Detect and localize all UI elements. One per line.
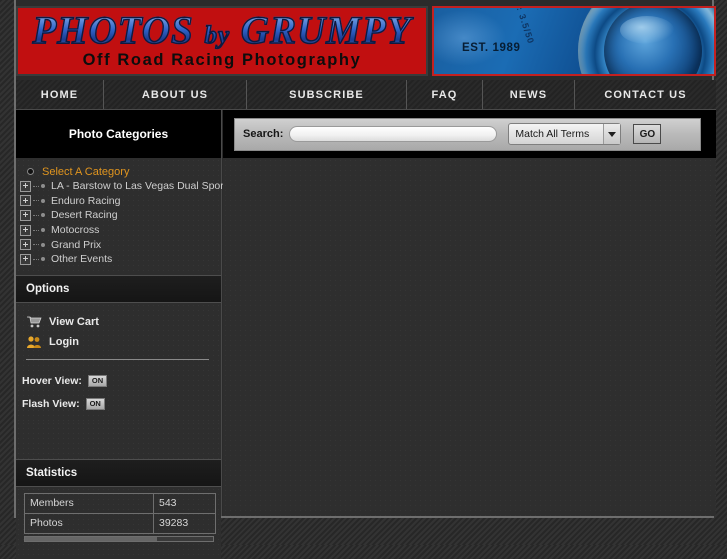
established-text: EST. 1989 [462, 42, 521, 54]
logo-panel: PHOTOS by GRUMPY Off Road Racing Photogr… [16, 6, 428, 76]
main-column: Search: Match All Terms GO [223, 110, 716, 516]
node-bullet-icon [41, 242, 45, 247]
search-input[interactable] [289, 126, 498, 142]
users-icon [26, 335, 42, 349]
options-panel-title: Options [16, 274, 221, 303]
lens-icon [578, 8, 714, 74]
flash-view-setting: Flash View: ON [16, 395, 221, 414]
page-frame: PHOTOS by GRUMPY Off Road Racing Photogr… [14, 0, 716, 559]
statistics-progress-fill [25, 536, 157, 541]
tree-item-grand-prix[interactable]: Grand Prix [16, 237, 221, 252]
node-bullet-icon [41, 184, 45, 189]
options-divider [26, 358, 209, 360]
stat-name-photos: Photos [24, 512, 154, 534]
nav-item-subscribe[interactable]: SUBSCRIBE [247, 80, 407, 109]
tree-connector-line [33, 214, 39, 216]
search-label: Search: [243, 128, 284, 140]
view-cart-label: View Cart [49, 315, 99, 328]
main-content-area [223, 158, 716, 516]
expand-plus-icon[interactable] [20, 253, 31, 265]
match-mode-value: Match All Terms [515, 128, 590, 140]
search-bar: Search: Match All Terms GO [234, 117, 701, 151]
sidebar: Photo Categories Select A Category LA - … [16, 110, 227, 559]
logo-tagline: Off Road Racing Photography [82, 51, 362, 69]
tree-item-other-events[interactable]: Other Events [16, 252, 221, 267]
login-link[interactable]: Login [16, 332, 221, 352]
logo-by: by [204, 21, 231, 49]
hover-view-label: Hover View: [22, 375, 82, 388]
tree-connector-line [33, 200, 39, 202]
nav-item-contact-us[interactable]: CONTACT US [575, 80, 716, 109]
nav-item-faq[interactable]: FAQ [407, 80, 483, 109]
lens-glint [620, 16, 674, 44]
node-bullet-icon [41, 198, 45, 203]
node-bullet-icon [41, 257, 45, 262]
match-mode-select[interactable]: Match All Terms [508, 123, 622, 145]
chevron-down-icon[interactable] [603, 124, 621, 144]
tree-item-enduro-racing[interactable]: Enduro Racing [16, 194, 221, 209]
tree-item-label: Desert Racing [51, 209, 118, 222]
tree-item-motocross[interactable]: Motocross [16, 223, 221, 238]
tree-item-label: Enduro Racing [51, 194, 121, 207]
tree-root-select-a-category[interactable]: Select A Category [16, 164, 221, 179]
login-label: Login [49, 335, 79, 348]
node-bullet-icon [41, 228, 45, 233]
expand-plus-icon[interactable] [20, 180, 31, 192]
stat-value-members: 543 [153, 492, 216, 514]
category-tree[interactable]: Select A Category LA - Barstow to Las Ve… [16, 158, 227, 275]
tree-item-label: LA - Barstow to Las Vegas Dual Sport [51, 180, 227, 193]
tree-connector-line [33, 229, 39, 231]
expand-plus-icon[interactable] [20, 195, 31, 207]
nav-item-news[interactable]: NEWS [483, 80, 575, 109]
bullet-icon [27, 168, 34, 175]
statistics-panel-body: Members 543 Photos 39283 [16, 486, 221, 559]
camera-lens-image: 1 : 3.5/50 EST. 1989 [432, 6, 716, 76]
stat-name-members: Members [24, 492, 154, 514]
expand-plus-icon[interactable] [20, 224, 31, 236]
statistics-table: Members 543 Photos 39283 [24, 492, 216, 534]
flash-view-toggle[interactable]: ON [85, 398, 105, 411]
shopping-cart-icon [26, 315, 42, 329]
expand-plus-icon[interactable] [20, 239, 31, 251]
main-navigation[interactable]: HOME ABOUT US SUBSCRIBE FAQ NEWS CONTACT… [16, 80, 716, 110]
node-bullet-icon [41, 213, 45, 218]
statistics-panel-title: Statistics [16, 458, 221, 487]
photo-categories-title: Photo Categories [16, 110, 221, 158]
tree-item-label: Other Events [51, 253, 113, 266]
lens-marking-text: 1 : 3.5/50 [511, 6, 537, 46]
hover-view-toggle[interactable]: ON [87, 375, 108, 388]
flash-view-label: Flash View: [22, 398, 80, 411]
table-row: Members 543 [24, 492, 216, 514]
expand-plus-icon[interactable] [20, 209, 31, 221]
logo-photos: PHOTOS [32, 8, 194, 52]
hover-view-setting: Hover View: ON [16, 372, 221, 391]
sidebar-spacer [16, 420, 221, 459]
search-go-button[interactable]: GO [633, 124, 662, 144]
tree-item-label: Motocross [51, 224, 100, 237]
statistics-progress-bar [24, 535, 214, 542]
tree-connector-line [33, 185, 39, 187]
nav-item-home[interactable]: HOME [16, 80, 104, 109]
site-banner: PHOTOS by GRUMPY Off Road Racing Photogr… [16, 6, 716, 76]
table-row: Photos 39283 [24, 512, 216, 534]
tree-connector-line [33, 258, 39, 260]
tree-item-label: Grand Prix [51, 238, 102, 251]
tree-item-desert-racing[interactable]: Desert Racing [16, 208, 221, 223]
logo-grumpy: GRUMPY [240, 8, 412, 52]
tree-connector-line [33, 244, 39, 246]
options-panel-body: View Cart Login Hover View: ON Flash Vie… [16, 302, 221, 421]
stat-value-photos: 39283 [153, 512, 216, 534]
tree-root-label: Select A Category [42, 165, 130, 178]
view-cart-link[interactable]: View Cart [16, 312, 221, 332]
search-bar-container: Search: Match All Terms GO [223, 110, 716, 158]
nav-item-about-us[interactable]: ABOUT US [104, 80, 247, 109]
tree-item-la-barstow-to-las-vegas-dual-sport[interactable]: LA - Barstow to Las Vegas Dual Sport [16, 179, 227, 194]
